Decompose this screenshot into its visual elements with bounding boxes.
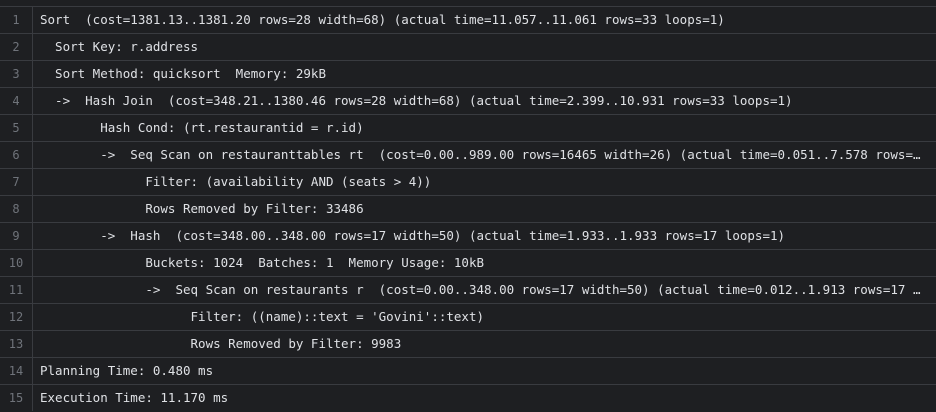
query-plan-cell[interactable]: -> Seq Scan on restauranttables rt (cost… bbox=[33, 142, 936, 168]
table-row[interactable]: 12 Filter: ((name)::text = 'Govini'::tex… bbox=[0, 304, 936, 331]
table-row[interactable]: 8 Rows Removed by Filter: 33486 bbox=[0, 196, 936, 223]
query-plan-cell[interactable]: Rows Removed by Filter: 9983 bbox=[33, 331, 936, 357]
row-number: 5 bbox=[0, 115, 33, 141]
table-row[interactable]: 6 -> Seq Scan on restauranttables rt (co… bbox=[0, 142, 936, 169]
table-row[interactable]: 11 -> Seq Scan on restaurants r (cost=0.… bbox=[0, 277, 936, 304]
query-plan-grid: 1 Sort (cost=1381.13..1381.20 rows=28 wi… bbox=[0, 7, 936, 411]
query-plan-cell[interactable]: Sort Key: r.address bbox=[33, 34, 936, 60]
table-row[interactable]: 7 Filter: (availability AND (seats > 4)) bbox=[0, 169, 936, 196]
query-plan-cell[interactable]: Buckets: 1024 Batches: 1 Memory Usage: 1… bbox=[33, 250, 936, 276]
query-plan-cell[interactable]: -> Seq Scan on restaurants r (cost=0.00.… bbox=[33, 277, 936, 303]
table-row[interactable]: 14 Planning Time: 0.480 ms bbox=[0, 358, 936, 385]
table-row[interactable]: 9 -> Hash (cost=348.00..348.00 rows=17 w… bbox=[0, 223, 936, 250]
row-number: 3 bbox=[0, 61, 33, 87]
row-number: 1 bbox=[0, 7, 33, 33]
table-row[interactable]: 10 Buckets: 1024 Batches: 1 Memory Usage… bbox=[0, 250, 936, 277]
row-number: 6 bbox=[0, 142, 33, 168]
row-number: 11 bbox=[0, 277, 33, 303]
query-plan-cell[interactable]: Planning Time: 0.480 ms bbox=[33, 358, 936, 384]
row-number: 14 bbox=[0, 358, 33, 384]
query-plan-cell[interactable]: Sort (cost=1381.13..1381.20 rows=28 widt… bbox=[33, 7, 936, 33]
query-plan-cell[interactable]: -> Hash (cost=348.00..348.00 rows=17 wid… bbox=[33, 223, 936, 249]
row-number: 4 bbox=[0, 88, 33, 114]
row-number: 13 bbox=[0, 331, 33, 357]
query-plan-cell[interactable]: Hash Cond: (rt.restaurantid = r.id) bbox=[33, 115, 936, 141]
query-plan-cell[interactable]: -> Hash Join (cost=348.21..1380.46 rows=… bbox=[33, 88, 936, 114]
grid-top-edge bbox=[0, 0, 936, 7]
row-number: 9 bbox=[0, 223, 33, 249]
query-plan-cell[interactable]: Sort Method: quicksort Memory: 29kB bbox=[33, 61, 936, 87]
row-number: 12 bbox=[0, 304, 33, 330]
table-row[interactable]: 15 Execution Time: 11.170 ms bbox=[0, 385, 936, 411]
table-row[interactable]: 4 -> Hash Join (cost=348.21..1380.46 row… bbox=[0, 88, 936, 115]
query-plan-cell[interactable]: Execution Time: 11.170 ms bbox=[33, 385, 936, 411]
table-row[interactable]: 1 Sort (cost=1381.13..1381.20 rows=28 wi… bbox=[0, 7, 936, 34]
table-row[interactable]: 3 Sort Method: quicksort Memory: 29kB bbox=[0, 61, 936, 88]
query-plan-cell[interactable]: Filter: ((name)::text = 'Govini'::text) bbox=[33, 304, 936, 330]
table-row[interactable]: 13 Rows Removed by Filter: 9983 bbox=[0, 331, 936, 358]
row-number: 2 bbox=[0, 34, 33, 60]
row-number: 10 bbox=[0, 250, 33, 276]
query-plan-cell[interactable]: Rows Removed by Filter: 33486 bbox=[33, 196, 936, 222]
row-number: 7 bbox=[0, 169, 33, 195]
table-row[interactable]: 2 Sort Key: r.address bbox=[0, 34, 936, 61]
row-number: 15 bbox=[0, 385, 33, 411]
row-number: 8 bbox=[0, 196, 33, 222]
query-plan-cell[interactable]: Filter: (availability AND (seats > 4)) bbox=[33, 169, 936, 195]
table-row[interactable]: 5 Hash Cond: (rt.restaurantid = r.id) bbox=[0, 115, 936, 142]
